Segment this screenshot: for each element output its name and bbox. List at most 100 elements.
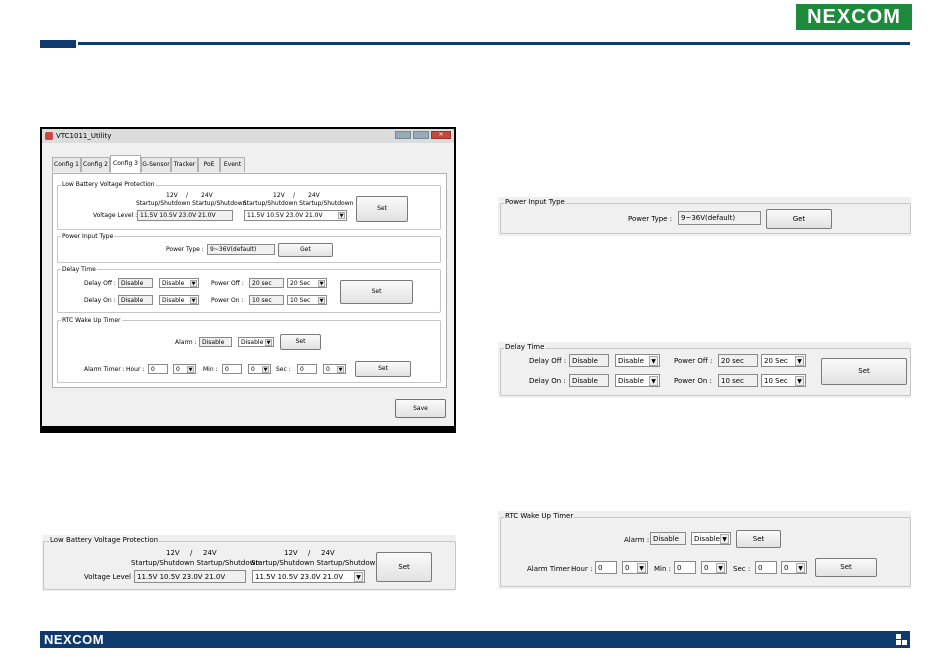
zoom-voltage-current-values: 11.5V 10.5V 23.0V 21.0V (134, 570, 246, 583)
power-off-select-value: 20 Sec (290, 280, 311, 287)
power-type-zoom-get-button[interactable]: Get (766, 209, 832, 229)
chevron-down-icon: ▼ (796, 563, 805, 573)
sec-zoom-select[interactable]: 0 ▼ (781, 561, 807, 574)
startup-shutdown-header-2: Startup/Shutdown Startup/Shutdown (243, 200, 354, 207)
alarm-timer-zoom-label: Alarm Timer : (527, 565, 575, 573)
close-icon[interactable]: ✕ (431, 131, 451, 139)
alarm-timer-set-button[interactable]: Set (355, 361, 411, 377)
min-value[interactable]: 0 (222, 364, 242, 374)
chevron-down-icon: ▼ (716, 563, 725, 573)
power-on-select[interactable]: 10 Sec ▼ (287, 295, 327, 305)
sec-zoom-select-value: 0 (784, 564, 789, 572)
delay-off-zoom-select[interactable]: Disable ▼ (615, 354, 660, 367)
power-on-label: Power On : (211, 297, 244, 304)
chevron-down-icon: ▼ (637, 563, 646, 573)
alarm-zoom-set-button[interactable]: Set (736, 530, 781, 548)
delay-off-zoom-label: Delay Off : (529, 357, 567, 365)
power-on-zoom-select[interactable]: 10 Sec ▼ (761, 374, 806, 387)
chevron-down-icon: ▼ (190, 280, 197, 287)
delay-on-zoom-select[interactable]: Disable ▼ (615, 374, 660, 387)
tab-config-1[interactable]: Config 1 (52, 157, 81, 172)
hour-zoom-select-value: 0 (625, 564, 630, 572)
delay-time-set-button[interactable]: Set (340, 280, 413, 304)
chevron-down-icon: ▼ (354, 572, 363, 582)
minimize-button[interactable] (395, 131, 411, 139)
voltage-current-values: 11.5V 10.5V 23.0V 21.0V (137, 210, 233, 221)
chevron-down-icon: ▼ (337, 366, 344, 373)
power-type-zoom-label: Power Type : (628, 215, 673, 223)
alarm-zoom-select[interactable]: Disable ▼ (691, 532, 731, 545)
maximize-button[interactable] (413, 131, 429, 139)
chevron-down-icon: ▼ (265, 339, 272, 346)
delay-on-value: Disable (118, 295, 153, 305)
power-on-zoom-value: 10 sec (718, 374, 758, 387)
chevron-down-icon: ▼ (795, 376, 804, 386)
power-off-select[interactable]: 20 Sec ▼ (287, 278, 327, 288)
label-24v: 24V (201, 192, 213, 199)
low-battery-set-button[interactable]: Set (356, 196, 408, 222)
low-battery-title: Low Battery Voltage Protection (61, 181, 156, 188)
min-zoom-select[interactable]: 0 ▼ (701, 561, 727, 574)
tab-event[interactable]: Event (220, 157, 245, 172)
power-on-select-value: 10 Sec (290, 297, 311, 304)
delay-on-zoom-value: Disable (569, 374, 609, 387)
sec-value[interactable]: 0 (297, 364, 317, 374)
alarm-timer-zoom-set-button[interactable]: Set (815, 558, 877, 577)
tab-g-sensor[interactable]: G-Sensor (141, 157, 171, 172)
hour-zoom-select[interactable]: 0 ▼ (622, 561, 648, 574)
sec-select[interactable]: 0 ▼ (323, 364, 346, 374)
zoom-label-slash: / (190, 549, 193, 557)
delay-on-select-value: Disable (162, 297, 185, 304)
delay-on-select[interactable]: Disable ▼ (159, 295, 199, 305)
alarm-select[interactable]: Disable ▼ (238, 337, 274, 347)
voltage-level-select[interactable]: 11.5V 10.5V 23.0V 21.0V ▼ (244, 210, 347, 221)
zoom-label-12v: 12V (166, 549, 180, 557)
power-on-zoom-label: Power On : (674, 377, 712, 385)
zoom-label-24v-2: 24V (321, 549, 335, 557)
min-zoom-value[interactable]: 0 (674, 561, 696, 574)
hour-value[interactable]: 0 (148, 364, 168, 374)
nexcom-logo: NEXCOM (796, 4, 912, 30)
hour-select[interactable]: 0 ▼ (173, 364, 196, 374)
delay-off-value: Disable (118, 278, 153, 288)
footer-square-icon (896, 640, 901, 645)
footer-bar (40, 631, 910, 648)
min-zoom-select-value: 0 (704, 564, 709, 572)
chevron-down-icon: ▼ (338, 212, 345, 219)
rtc-wake-title: RTC Wake Up Timer (61, 317, 122, 324)
window-title: VTC1011_Utility (56, 132, 112, 140)
alarm-select-value: Disable (241, 339, 264, 346)
power-type-value: 9~36V(default) (207, 244, 275, 255)
alarm-zoom-value: Disable (650, 532, 686, 545)
chevron-down-icon: ▼ (262, 366, 269, 373)
power-off-zoom-select[interactable]: 20 Sec ▼ (761, 354, 806, 367)
low-battery-zoom-title: Low Battery Voltage Protection (49, 536, 160, 544)
min-select[interactable]: 0 ▼ (248, 364, 271, 374)
hour-zoom-value[interactable]: 0 (595, 561, 617, 574)
zoom-low-battery-set-button[interactable]: Set (376, 552, 432, 582)
power-input-title: Power Input Type (61, 233, 115, 240)
alarm-set-button[interactable]: Set (280, 334, 321, 350)
header-rule (78, 42, 910, 45)
tab-config-3[interactable]: Config 3 (110, 155, 141, 173)
alarm-value: Disable (199, 337, 232, 347)
zoom-voltage-level-select[interactable]: 11.5V 10.5V 23.0V 21.0V ▼ (252, 570, 365, 583)
delay-on-zoom-label: Delay On : (529, 377, 566, 385)
delay-off-select[interactable]: Disable ▼ (159, 278, 199, 288)
tab-tracker[interactable]: Tracker (171, 157, 198, 172)
tab-config-2[interactable]: Config 2 (81, 157, 110, 172)
delay-on-label: Delay On : (84, 297, 116, 304)
power-on-zoom-select-value: 10 Sec (764, 377, 788, 385)
chevron-down-icon: ▼ (318, 280, 325, 287)
save-button[interactable]: Save (395, 399, 446, 418)
sec-zoom-value[interactable]: 0 (755, 561, 777, 574)
tab-poe[interactable]: PoE (198, 157, 220, 172)
power-type-get-button[interactable]: Get (278, 243, 333, 257)
alarm-zoom-label: Alarm : (624, 536, 650, 544)
min-select-value: 0 (251, 366, 255, 373)
hour-zoom-label: Hour : (571, 565, 593, 573)
sec-zoom-label: Sec : (733, 565, 751, 573)
alarm-label: Alarm : (175, 339, 197, 346)
min-label: Min : (203, 366, 218, 373)
delay-zoom-set-button[interactable]: Set (821, 358, 907, 385)
